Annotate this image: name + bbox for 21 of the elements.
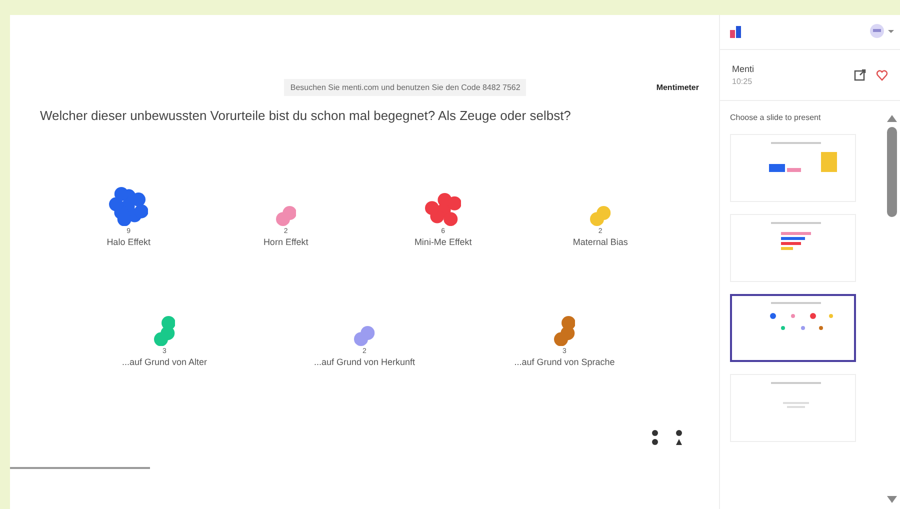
heart-icon[interactable] [876,69,888,81]
slide-list-heading: Choose a slide to present [730,113,822,122]
scrollbar-thumb[interactable] [887,127,897,217]
bubble-label: ...auf Grund von Herkunft [314,357,416,367]
scroll-up-icon[interactable] [886,113,898,123]
bubble-label: ...auf Grund von Sprache [514,357,615,367]
join-instructions: Besuchen Sie menti.com und benutzen Sie den Code 8482 7562 [284,79,526,96]
presentation-time: 10:25 [732,77,754,86]
bubble-label: Mini-Me Effekt [414,237,472,247]
bubble-label: Horn Effekt [263,237,308,247]
bubble-label: ...auf Grund von Alter [122,357,208,367]
app-logo-icon [728,23,744,39]
logo: Mentimeter [656,83,699,92]
bubble-label: Halo Effekt [106,237,151,247]
avatar-icon[interactable] [868,23,896,39]
bubble-label: Maternal Bias [572,237,628,247]
presentation-name: Menti [732,64,756,74]
question-title: Welcher dieser unbewussten Vorurteile bist du schon mal begegnet? Als Zeuge oder selbst? [39,107,572,123]
scroll-down-icon[interactable] [886,495,898,505]
slide-thumbnail[interactable] [730,294,856,362]
export-icon[interactable] [854,69,866,81]
